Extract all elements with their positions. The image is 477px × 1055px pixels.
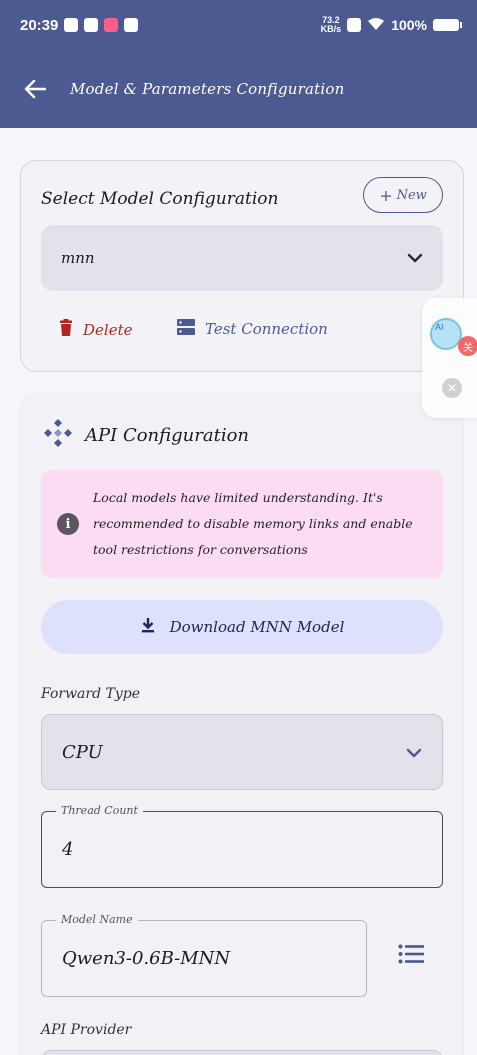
model-name-label: Model Name [56, 912, 138, 928]
delete-button[interactable]: Delete [59, 319, 132, 340]
download-mnn-button[interactable]: Download MNN Model [41, 600, 443, 654]
model-config-dropdown[interactable]: mnn [41, 225, 443, 291]
battery-icon [433, 19, 462, 31]
api-provider-label: API Provider [41, 1022, 132, 1038]
back-arrow-icon[interactable] [22, 76, 48, 102]
message-icon [84, 18, 99, 32]
notice-box: i Local models have limited understandin… [41, 470, 443, 578]
model-list-icon[interactable] [397, 940, 425, 968]
api-diamond-icon [43, 418, 73, 453]
chevron-down-icon [406, 742, 422, 763]
model-name-field[interactable]: Model Name Qwen3-0.6B-MNN [41, 912, 367, 997]
status-left: 20:39 [20, 16, 139, 34]
status-bar: 20:39 73.2 KB/s 100% [0, 0, 477, 50]
page-title: Model & Parameters Configuration [70, 80, 345, 98]
test-connection-label: Test Connection [205, 320, 328, 338]
trash-icon [59, 319, 73, 340]
assistant-badge[interactable]: 关 [458, 336, 477, 356]
sim-icon [347, 18, 362, 32]
api-config-card: API Configuration i Local models have li… [20, 393, 464, 1055]
battery-text: 100% [391, 17, 427, 33]
api-config-header: API Configuration [43, 418, 249, 453]
new-config-label: New [396, 187, 427, 203]
app-icon [124, 18, 139, 32]
status-right: 73.2 KB/s 100% [321, 16, 462, 34]
thread-count-label: Thread Count [56, 803, 143, 819]
net-speed-unit: KB/s [320, 24, 342, 34]
close-icon[interactable]: ✕ [442, 378, 462, 398]
net-speed: 73.2 KB/s [321, 16, 342, 34]
model-config-title: Select Model Configuration [41, 189, 279, 209]
download-label: Download MNN Model [169, 618, 345, 636]
model-name-value: Qwen3-0.6B-MNN [62, 948, 231, 969]
app-notification-icon [104, 18, 119, 32]
forward-type-select[interactable]: CPU [41, 714, 443, 790]
download-icon [140, 617, 156, 637]
new-config-button[interactable]: + New [363, 177, 443, 213]
thread-count-field[interactable]: Thread Count 4 [41, 803, 443, 888]
plus-icon: + [379, 185, 393, 205]
thread-count-value: 4 [62, 839, 74, 860]
wifi-icon [367, 17, 385, 34]
info-icon: i [57, 513, 79, 535]
api-provider-select[interactable] [41, 1050, 443, 1055]
notice-text: Local models have limited understanding.… [93, 490, 413, 557]
model-config-selected: mnn [61, 249, 95, 267]
api-config-title: API Configuration [85, 425, 250, 446]
app-bar: Model & Parameters Configuration [0, 50, 477, 128]
status-time: 20:39 [20, 16, 59, 34]
forward-type-value: CPU [62, 741, 103, 763]
forward-type-label: Forward Type [41, 686, 140, 702]
floating-assistant-widget[interactable]: AI 关 ✕ [422, 298, 477, 418]
test-connection-button[interactable]: Test Connection [177, 319, 328, 339]
delete-label: Delete [83, 320, 133, 339]
notification-icon [64, 18, 79, 32]
server-icon [177, 319, 195, 339]
chevron-down-icon [407, 249, 423, 267]
model-config-card: Select Model Configuration + New mnn Del… [20, 160, 464, 372]
